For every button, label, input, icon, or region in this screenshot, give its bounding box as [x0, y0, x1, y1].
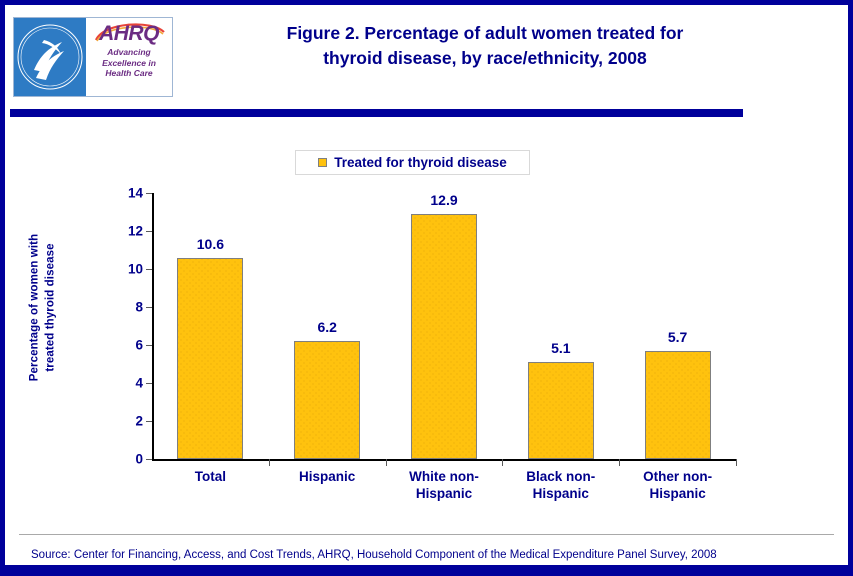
x-axis-label: White non- Hispanic: [385, 469, 503, 503]
hhs-seal-icon: [14, 18, 86, 96]
bar[interactable]: [294, 341, 361, 459]
figure-page: AHRQ Advancing Excellence in Health Care…: [0, 0, 853, 576]
legend-label: Treated for thyroid disease: [334, 155, 507, 170]
header-divider: [10, 109, 743, 117]
bar[interactable]: [177, 257, 244, 459]
y-tick-label: 0: [135, 451, 143, 467]
x-axis-line: [152, 459, 737, 461]
y-tick-mark: [146, 383, 152, 384]
ahrq-tagline: Advancing Excellence in Health Care: [102, 47, 156, 79]
y-axis-title-line1: Percentage of women with: [28, 233, 41, 382]
y-tick-label: 4: [135, 375, 143, 391]
x-axis-label-line: Other non-: [643, 469, 713, 484]
y-tick-label: 8: [135, 299, 143, 315]
y-tick-mark: [146, 459, 152, 460]
x-tick-mark: [385, 459, 387, 466]
footer-divider: [19, 534, 834, 535]
bar[interactable]: [411, 213, 477, 459]
page-title-line1: Figure 2. Percentage of adult women trea…: [286, 23, 684, 43]
y-tick-mark: [146, 269, 152, 270]
y-tick-mark: [146, 193, 152, 194]
x-tick-mark: [268, 459, 270, 466]
bar[interactable]: [644, 350, 711, 459]
y-tick-label: 10: [127, 261, 143, 277]
plot-area: 0 2 4 6 8 10 12 14 10.6 6.2 12.9 5.1 5.7 Total Hispa…: [128, 186, 737, 501]
x-axis-label-line: Black non-: [526, 469, 596, 484]
legend-swatch-icon: [318, 158, 328, 167]
bar[interactable]: [527, 362, 594, 459]
header: AHRQ Advancing Excellence in Health Care…: [5, 5, 848, 103]
bar-value-label: 12.9: [430, 191, 458, 208]
y-tick-label: 12: [127, 223, 143, 239]
y-tick-mark: [146, 421, 152, 422]
x-axis-label-line: Hispanic: [299, 469, 356, 484]
x-axis-label: Other non- Hispanic: [619, 469, 737, 503]
ahrq-tagline-line2: Excellence in: [102, 57, 156, 68]
y-axis-title-line2: treated thyroid disease: [44, 243, 56, 372]
page-title: Figure 2. Percentage of adult women trea…: [185, 21, 785, 72]
x-axis-label-line: White non-: [409, 469, 479, 484]
y-tick-mark: [146, 307, 152, 308]
y-tick-mark: [146, 231, 152, 232]
chart-legend: Treated for thyroid disease: [295, 150, 530, 175]
x-axis-label: Black non- Hispanic: [502, 469, 620, 503]
agency-logo: AHRQ Advancing Excellence in Health Care: [13, 17, 173, 97]
ahrq-tagline-line1: Advancing: [107, 47, 151, 57]
source-note: Source: Center for Financing, Access, an…: [31, 549, 717, 561]
x-tick-mark: [502, 459, 504, 466]
y-tick-label: 2: [135, 413, 143, 429]
y-axis-title: Percentage of women with treated thyroid…: [27, 208, 58, 408]
bar-value-label: 10.6: [196, 235, 225, 252]
x-axis-label-line: Hispanic: [649, 485, 706, 501]
y-axis-line: [152, 193, 154, 460]
x-tick-mark: [619, 459, 621, 466]
x-axis-label: Hispanic: [268, 469, 386, 486]
bar-value-label: 5.7: [667, 328, 688, 345]
ahrq-wordmark: AHRQ Advancing Excellence in Health Care: [86, 18, 172, 96]
x-axis-label-line: Hispanic: [532, 485, 589, 501]
bar-value-label: 5.1: [551, 340, 571, 357]
footer-bar: [5, 565, 848, 571]
ahrq-tagline-line3: Health Care: [105, 68, 153, 79]
x-axis-label-line: Total: [194, 469, 227, 484]
ahrq-text: AHRQ: [99, 22, 159, 45]
y-tick-label: 14: [127, 185, 143, 201]
y-tick-mark: [146, 345, 152, 346]
page-title-line2: thyroid disease, by race/ethnicity, 2008: [323, 48, 647, 69]
x-axis-label: Total: [151, 469, 269, 486]
x-tick-mark: [736, 459, 737, 466]
bar-chart: Treated for thyroid disease Percentage o…: [5, 117, 848, 527]
x-axis-label-line: Hispanic: [415, 485, 473, 501]
y-tick-label: 6: [135, 337, 143, 353]
bar-value-label: 6.2: [317, 319, 337, 336]
